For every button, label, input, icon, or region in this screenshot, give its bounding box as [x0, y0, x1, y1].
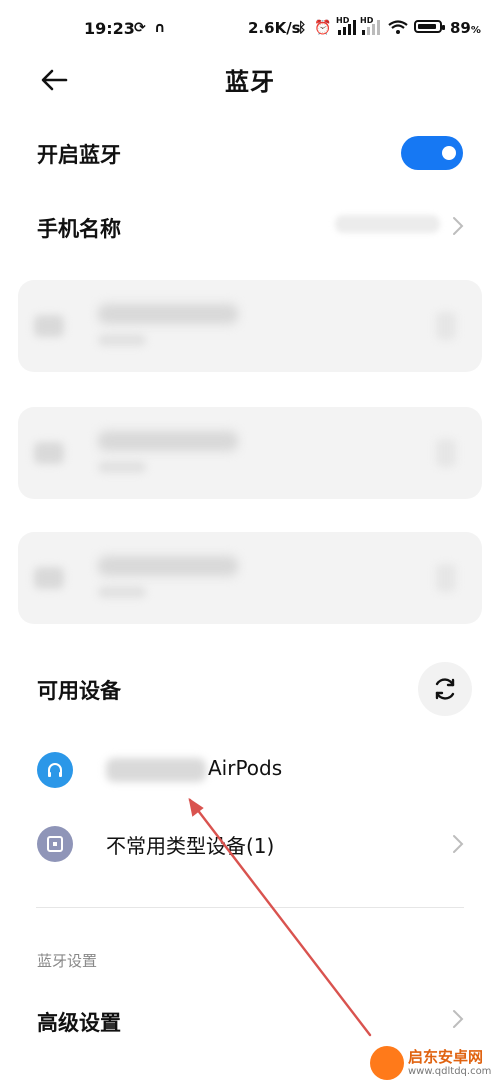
settings-section-title: 蓝牙设置 — [37, 952, 98, 970]
status-bar: 19:23 ⟳ ∩ 2.6K/s ᛒ ⏰ HD HD 89% — [0, 0, 500, 58]
chevron-right-icon — [436, 564, 456, 592]
page-title: 蓝牙 — [225, 68, 275, 96]
bluetooth-toggle-label: 开启蓝牙 — [37, 143, 121, 167]
watermark-url: www.qdltdq.com — [408, 1066, 492, 1077]
chevron-right-icon — [436, 312, 456, 340]
network-speed: 2.6K/s — [248, 19, 301, 37]
paired-device-status — [98, 334, 146, 346]
phone-name-value — [335, 215, 440, 233]
switch-knob — [442, 146, 456, 160]
refresh-button[interactable] — [418, 662, 472, 716]
paired-device-card[interactable] — [18, 532, 482, 624]
bluetooth-toggle-row[interactable]: 开启蓝牙 — [0, 120, 500, 186]
available-devices-title: 可用设备 — [37, 679, 121, 703]
device-icon — [37, 826, 73, 862]
device-owner-name — [106, 758, 206, 782]
phone-name-label: 手机名称 — [37, 217, 121, 241]
headset-icon: ∩ — [154, 20, 166, 36]
headset-icon — [34, 567, 64, 589]
watermark-name: 启东安卓网 — [408, 1048, 484, 1066]
paired-device-card[interactable] — [18, 280, 482, 372]
watermark: 启东安卓网 www.qdltdq.com — [370, 1044, 500, 1084]
headset-icon — [34, 442, 64, 464]
watermark-logo-icon — [370, 1046, 404, 1080]
battery-percent: 89% — [450, 19, 481, 37]
wifi-icon — [388, 20, 408, 34]
paired-device-name — [98, 431, 238, 451]
chevron-right-icon — [436, 439, 456, 467]
advanced-settings-label: 高级设置 — [37, 1011, 121, 1035]
status-time: 19:23 — [84, 19, 135, 38]
alarm-icon: ⏰ — [314, 20, 332, 36]
phone-name-row[interactable]: 手机名称 — [0, 196, 500, 258]
device-name: 不常用类型设备(1) — [106, 834, 275, 858]
chevron-right-icon — [453, 217, 464, 235]
signal-icon — [338, 20, 356, 35]
chevron-right-icon — [453, 1010, 464, 1028]
signal-icon — [362, 20, 380, 35]
headphones-icon — [37, 752, 73, 788]
device-row-uncommon[interactable]: 不常用类型设备(1) — [0, 814, 500, 874]
paired-device-card[interactable] — [18, 407, 482, 499]
bluetooth-icon: ᛒ — [298, 20, 307, 36]
sync-icon: ⟳ — [134, 20, 146, 36]
battery-icon — [414, 20, 445, 33]
paired-device-name — [98, 304, 238, 324]
paired-device-status — [98, 461, 146, 473]
bluetooth-switch[interactable] — [401, 136, 463, 170]
headset-icon — [34, 315, 64, 337]
paired-device-status — [98, 586, 146, 598]
advanced-settings-row[interactable]: 高级设置 — [0, 990, 500, 1050]
device-row-airpods[interactable]: AirPods — [0, 740, 500, 800]
refresh-icon — [435, 678, 455, 700]
device-name: AirPods — [208, 756, 283, 780]
chevron-right-icon — [453, 835, 464, 853]
paired-device-name — [98, 556, 238, 576]
divider — [36, 907, 464, 908]
